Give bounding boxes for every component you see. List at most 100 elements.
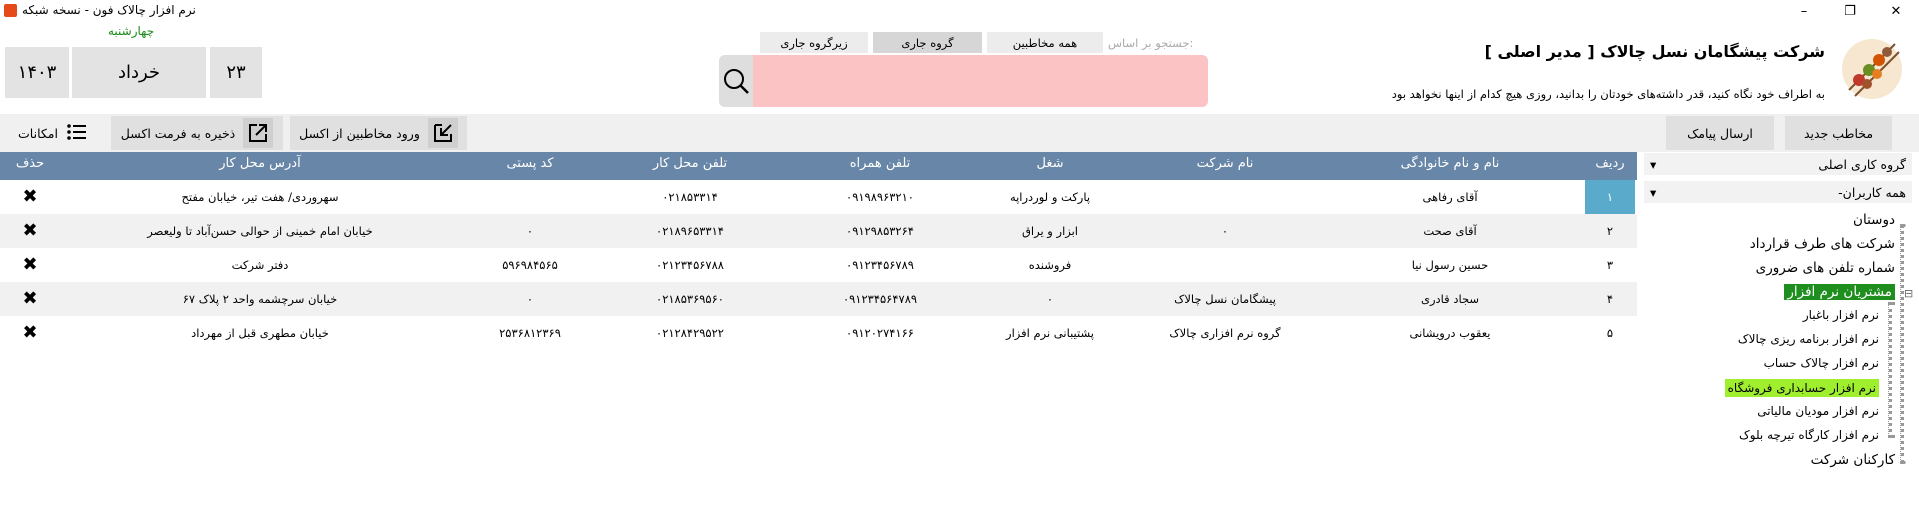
cell-mobile: ۰۹۱۲۰۲۷۴۱۶۶ <box>846 326 914 340</box>
table-row[interactable]: ۵ یعقوب درویشانی گروه نرم افزاری چالاک پشتی… <box>0 316 1637 350</box>
tree-item-company-staff[interactable]: کارکنان شرکت <box>1811 452 1895 468</box>
features-label: امکانات <box>18 125 58 141</box>
cell-mobile: ۰۹۱۹۸۹۶۳۲۱۰ <box>846 190 914 204</box>
col-mobile[interactable]: تلفن همراه <box>800 156 960 171</box>
cell-name: آقای رفاهی <box>1422 190 1478 204</box>
export-icon <box>243 118 274 148</box>
window-title: نرم افزار چالاک فون - نسخه شبکه <box>22 3 196 17</box>
toolbar <box>0 114 1919 152</box>
cell-address: خیابان امام خمینی از حوالی حسن‌آباد تا و… <box>147 224 373 238</box>
users-combo[interactable]: ▾ -همه کاربران <box>1644 181 1912 203</box>
cell-company <box>1140 248 1310 282</box>
subtree-item-chalak-hesab[interactable]: نرم افزار چالاک حساب <box>1764 356 1879 370</box>
cell-work-phone: ۰۲۱۸۵۳۳۱۴ <box>662 190 718 204</box>
company-title: شرکت پیشگامان نسل چالاک [ مدیر اصلی ] <box>1484 42 1825 61</box>
cell-row: ۱ <box>1585 180 1635 214</box>
search-input[interactable] <box>755 57 1203 105</box>
delete-icon[interactable]: ✖ <box>0 282 60 316</box>
col-delete[interactable]: حذف <box>0 156 60 171</box>
cell-work-phone: ۰۲۱۲۸۴۲۹۵۲۲ <box>656 326 724 340</box>
cell-address: خیابان مطهری قبل از مهرداد <box>191 326 329 340</box>
group-combo[interactable]: ▾ گروه کاری اصلی <box>1644 153 1912 175</box>
send-sms-label: ارسال پیامک <box>1687 125 1753 141</box>
menu-icon <box>66 123 88 144</box>
send-sms-button[interactable]: ارسال پیامک <box>1666 116 1774 150</box>
chevron-down-icon: ▾ <box>1650 184 1657 200</box>
tree-line <box>1900 224 1904 464</box>
close-button[interactable]: ✕ <box>1873 0 1919 22</box>
cell-mobile: ۰۹۱۲۳۴۵۶۴۷۸۹ <box>842 292 918 306</box>
tree-item-emergency-numbers[interactable]: شماره تلفن های ضروری <box>1756 260 1895 276</box>
cell-row: ۳ <box>1606 258 1614 272</box>
import-excel-label: ورود مخاطبین از اکسل <box>299 125 420 141</box>
delete-icon[interactable]: ✖ <box>0 214 60 248</box>
table-body: ۱ آقای رفاهی پارکت و لوردراپه ۰۹۱۹۸۹۶۳۲۱۰ ۰۲… <box>0 180 1637 350</box>
delete-icon[interactable]: ✖ <box>0 180 60 214</box>
subtree-item-baghbar[interactable]: نرم افزار باغبار <box>1803 308 1879 322</box>
chevron-down-icon: ▾ <box>1650 156 1657 172</box>
table-header: ردیف نام و نام خانوادگی نام شرکت شغل تلف… <box>0 152 1637 180</box>
table-row[interactable]: ۳ حسین رسول نیا فروشنده ۰۹۱۲۳۴۵۶۷۸۹ ۰۲۱۲۳۴۵۶… <box>0 248 1637 282</box>
table-row[interactable]: ۲ آقای صحت ۰ ابزار و یراق ۰۹۱۲۹۸۵۳۲۶۴ ۰۲۱۸۹۶۵… <box>0 214 1637 248</box>
col-row[interactable]: ردیف <box>1585 156 1635 171</box>
export-excel-button[interactable]: ذخیره به فرمت اکسل <box>111 116 283 150</box>
app-window: نرم افزار چالاک فون - نسخه شبکه – ❐ ✕ شر… <box>0 0 1919 505</box>
cell-company: گروه نرم افزاری چالاک <box>1169 326 1281 340</box>
col-job[interactable]: شغل <box>970 156 1130 171</box>
subtree-item-block-workshop[interactable]: نرم افزار کارگاه تیرچه بلوک <box>1739 428 1879 442</box>
col-work-phone[interactable]: تلفن محل کار <box>610 156 770 171</box>
cell-work-phone: ۰۲۱۸۹۶۵۳۳۱۴ <box>656 224 724 238</box>
import-excel-button[interactable]: ورود مخاطبین از اکسل <box>290 116 467 150</box>
month-box: خرداد <box>72 47 206 98</box>
cell-name: یعقوب درویشانی <box>1409 326 1491 340</box>
new-contact-button[interactable]: مخاطب جدید <box>1785 116 1892 150</box>
cell-postal: ۵۹۶۹۸۴۵۶۵ <box>502 258 558 272</box>
cell-row: ۴ <box>1606 292 1614 306</box>
delete-icon[interactable]: ✖ <box>0 316 60 350</box>
delete-icon[interactable]: ✖ <box>0 248 60 282</box>
minimize-button[interactable]: – <box>1781 0 1827 22</box>
maximize-button[interactable]: ❐ <box>1827 0 1873 22</box>
search-button[interactable] <box>719 55 753 107</box>
tab-current-subgroup[interactable]: زیرگروه جاری <box>760 32 868 53</box>
tree-collapse-icon[interactable]: ⊟ <box>1904 287 1913 300</box>
cell-company: پیشگامان نسل چالاک <box>1174 292 1276 306</box>
import-icon <box>427 118 458 148</box>
tree-item-friends[interactable]: دوستان <box>1853 212 1895 228</box>
cell-company: ۰ <box>1221 224 1229 238</box>
logo-icon <box>1837 34 1907 104</box>
cell-address: سهروردی/ هفت تیر، خیابان مفتح <box>181 190 339 204</box>
subtree-item-shop-accounting[interactable]: نرم افزار حسابداری فروشگاه <box>1724 379 1879 397</box>
slogan-text: به اطراف خود نگاه کنید، قدر داشته‌های خو… <box>1391 87 1825 101</box>
tree-item-contract-companies[interactable]: شرکت های طرف قرارداد <box>1750 236 1895 252</box>
col-company[interactable]: نام شرکت <box>1140 156 1310 171</box>
day-box: ۲۳ <box>210 47 262 98</box>
table-row[interactable]: ۱ آقای رفاهی پارکت و لوردراپه ۰۹۱۹۸۹۶۳۲۱۰ ۰۲… <box>0 180 1637 214</box>
users-combo-value: -همه کاربران <box>1838 184 1906 200</box>
cell-job: ۰ <box>1046 292 1054 306</box>
cell-mobile: ۰۹۱۲۳۴۵۶۷۸۹ <box>846 258 914 272</box>
tab-all-contacts[interactable]: همه مخاطبین <box>987 32 1103 53</box>
subtree-item-planning[interactable]: نرم افزار برنامه ریزی چالاک <box>1738 332 1879 346</box>
cell-name: آقای صحت <box>1423 224 1477 238</box>
table-row[interactable]: ۴ سجاد قادری پیشگامان نسل چالاک ۰ ۰۹۱۲۳۴۵۶۴۷… <box>0 282 1637 316</box>
cell-job: پشتیبانی نرم افزار <box>1006 326 1094 340</box>
col-postal[interactable]: کد پستی <box>450 156 610 171</box>
weekday-label: چهارشنبه <box>108 24 155 38</box>
new-contact-label: مخاطب جدید <box>1803 125 1874 141</box>
cell-work-phone: ۰۲۱۲۳۴۵۶۷۸۸ <box>656 258 724 272</box>
cell-name: حسین رسول نیا <box>1411 258 1489 272</box>
title-bar <box>0 0 1919 22</box>
tab-current-group[interactable]: گروه جاری <box>873 32 982 53</box>
features-menu-button[interactable]: امکانات <box>4 116 102 150</box>
search-by-label: جستجو بر اساس: <box>1108 36 1194 50</box>
col-address[interactable]: آدرس محل کار <box>80 156 440 171</box>
group-combo-value: گروه کاری اصلی <box>1818 156 1906 172</box>
subtree-item-tax-payers[interactable]: نرم افزار مودیان مالیاتی <box>1757 404 1879 418</box>
cell-postal: ۲۵۳۶۸۱۲۳۶۹ <box>499 326 561 340</box>
col-name[interactable]: نام و نام خانوادگی <box>1330 156 1570 171</box>
cell-postal: ۰ <box>526 224 534 238</box>
cell-postal <box>450 180 610 214</box>
cell-address: خیابان سرچشمه واحد ۲ پلاک ۶۷ <box>182 292 338 306</box>
tree-item-software-customers[interactable]: مشتریان نرم افزار <box>1784 284 1895 300</box>
